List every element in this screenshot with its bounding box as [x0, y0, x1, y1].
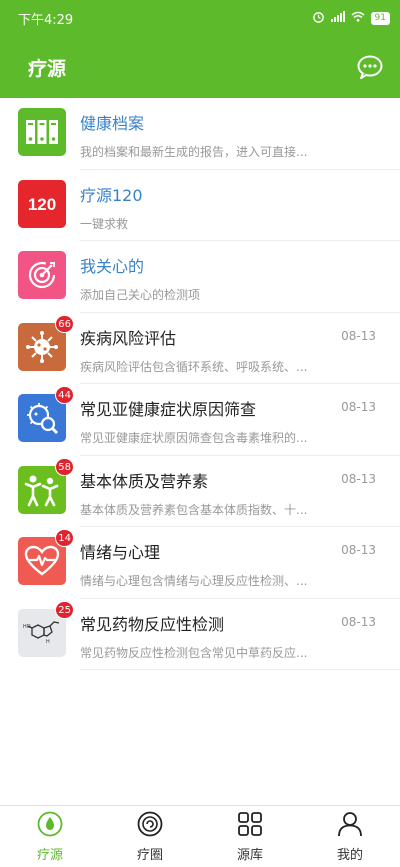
- tab-label: 疗源: [36, 847, 63, 863]
- list-item-text: 情绪与心理 情绪与心理包含情绪与心理反应性检测、...: [80, 539, 376, 589]
- svg-text:120: 120: [28, 195, 56, 214]
- heartbeat-icon: 14: [18, 529, 74, 585]
- list-item-subhealth-screening[interactable]: 44 常见亚健康症状原因筛查 常见亚健康症状原因筛查包含毒素堆积的... 08-…: [0, 384, 400, 456]
- drop-icon: [37, 811, 63, 841]
- feature-list: 健康档案 我的档案和最新生成的报告，进入可直接... 120 疗源120 一键求…: [0, 98, 400, 670]
- unread-badge: 66: [55, 314, 74, 333]
- archive-icon: [18, 108, 66, 156]
- list-item-title: 疗源120: [80, 185, 143, 205]
- bottom-tab-bar: 疗源 疗圈 源库 我的: [0, 805, 400, 867]
- list-item-health-records[interactable]: 健康档案 我的档案和最新生成的报告，进入可直接...: [0, 98, 400, 170]
- unread-badge: 14: [55, 529, 74, 547]
- grid-icon: [237, 811, 263, 841]
- list-item-text: 疾病风险评估 疾病风险评估包含循环系统、呼吸系统、...: [80, 325, 376, 375]
- unread-badge: 58: [55, 457, 74, 476]
- wifi-icon: [351, 11, 365, 25]
- tab-liaoyuan[interactable]: 疗源: [0, 806, 100, 867]
- list-item-my-concerns[interactable]: 我关心的 添加自己关心的检测项: [0, 241, 400, 313]
- tab-liaoquan[interactable]: 疗圈: [100, 806, 200, 867]
- virus-icon: 66: [18, 314, 74, 371]
- list-item-drug-reaction[interactable]: HO H 25 常见药物反应性检测 常见药物反应性检测包含常见中草药反应... 0…: [0, 599, 400, 670]
- molecule-icon: HO H 25: [18, 600, 74, 657]
- list-item-text: 我关心的 添加自己关心的检测项: [80, 253, 376, 303]
- list-item-subtitle: 疾病风险评估包含循环系统、呼吸系统、...: [80, 359, 308, 374]
- app-header: 疗源: [0, 36, 400, 98]
- page-title: 疗源: [28, 57, 67, 80]
- circle-icon: [137, 811, 163, 841]
- list-item-text: 健康档案 我的档案和最新生成的报告，进入可直接...: [80, 110, 376, 160]
- tab-label: 源库: [236, 847, 263, 863]
- person-icon: [337, 811, 363, 841]
- list-item-subtitle: 基本体质及营养素包含基本体质指数、十...: [80, 502, 308, 517]
- list-item-text: 疗源120 一键求救: [80, 182, 376, 232]
- list-item-date: 08-13: [341, 328, 376, 343]
- list-item-disease-risk[interactable]: 66 疾病风险评估 疾病风险评估包含循环系统、呼吸系统、... 08-13: [0, 313, 400, 384]
- list-item-emergency-120[interactable]: 120 疗源120 一键求救: [0, 170, 400, 241]
- list-item-date: 08-13: [341, 543, 376, 557]
- list-item-date: 08-13: [341, 614, 376, 629]
- unread-badge: 44: [55, 386, 74, 404]
- list-item-subtitle: 情绪与心理包含情绪与心理反应性检测、...: [80, 574, 308, 588]
- list-item-title: 疾病风险评估: [80, 328, 177, 348]
- tab-label: 我的: [336, 847, 363, 863]
- svg-text:H: H: [46, 639, 50, 645]
- list-item-subtitle: 常见药物反应性检测包含常见中草药反应...: [80, 645, 308, 660]
- cell-magnifier-icon: 44: [18, 386, 74, 442]
- list-item-title: 健康档案: [80, 114, 145, 133]
- list-item-title: 情绪与心理: [80, 543, 161, 562]
- tab-label: 疗圈: [136, 847, 163, 863]
- list-item-subtitle: 一键求救: [80, 216, 129, 231]
- divider: [80, 669, 400, 670]
- list-item-text: 常见药物反应性检测 常见药物反应性检测包含常见中草药反应...: [80, 611, 376, 661]
- list-item-subtitle: 添加自己关心的检测项: [80, 288, 201, 302]
- list-item-title: 常见药物反应性检测: [80, 614, 225, 634]
- emergency-120-icon: 120: [18, 179, 66, 228]
- list-item-text: 基本体质及营养素 基本体质及营养素包含基本体质指数、十...: [80, 468, 376, 518]
- list-item-subtitle: 我的档案和最新生成的报告，进入可直接...: [80, 145, 308, 159]
- family-icon: 58: [18, 457, 74, 514]
- signal-icon: [330, 11, 345, 25]
- alarm-icon: [312, 10, 325, 26]
- battery-icon: 91: [370, 11, 390, 25]
- status-icons: 91: [312, 10, 390, 26]
- list-item-emotion-psychology[interactable]: 14 情绪与心理 情绪与心理包含情绪与心理反应性检测、... 08-13: [0, 527, 400, 599]
- status-time: 下午4:29: [18, 12, 74, 28]
- list-item-title: 我关心的: [80, 257, 145, 276]
- target-icon: [18, 251, 66, 299]
- message-icon[interactable]: [356, 54, 384, 80]
- list-item-constitution-nutrition[interactable]: 58 基本体质及营养素 基本体质及营养素包含基本体质指数、十... 08-13: [0, 456, 400, 527]
- list-item-text: 常见亚健康症状原因筛查 常见亚健康症状原因筛查包含毒素堆积的...: [80, 396, 376, 446]
- tab-yuanku[interactable]: 源库: [200, 806, 300, 867]
- list-item-date: 08-13: [341, 400, 376, 414]
- status-bar: 下午4:29 91: [0, 0, 400, 36]
- list-item-title: 常见亚健康症状原因筛查: [80, 400, 257, 419]
- tab-mine[interactable]: 我的: [300, 806, 400, 867]
- unread-badge: 25: [55, 600, 74, 619]
- list-item-date: 08-13: [341, 471, 376, 486]
- list-item-subtitle: 常见亚健康症状原因筛查包含毒素堆积的...: [80, 431, 308, 445]
- list-item-title: 基本体质及营养素: [80, 471, 209, 491]
- svg-text:HO: HO: [23, 624, 31, 630]
